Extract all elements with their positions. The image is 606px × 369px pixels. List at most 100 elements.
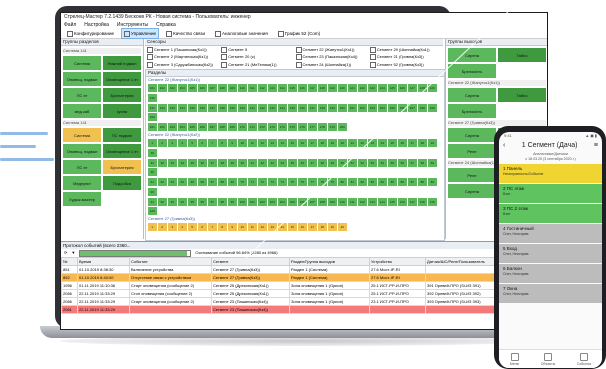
section-tile[interactable]: 139 (228, 103, 237, 112)
segment-checkbox[interactable]: Сегмент 23 (Пашинская(Кз4)) (295, 54, 367, 61)
section-tile[interactable]: 113 (268, 84, 277, 92)
section-tile[interactable]: 136 (198, 103, 207, 112)
section-tile[interactable]: 106 (198, 84, 207, 92)
table-row[interactable]: 852 01.10.2019 8:40:00 Отсутствие связи с … (61, 273, 547, 282)
section-tile[interactable]: 13 (268, 223, 277, 231)
section-tile[interactable]: 38 (218, 158, 227, 167)
section-tile[interactable]: 130 (148, 93, 157, 102)
section-tile[interactable]: 142 (258, 103, 267, 112)
toolbar-button[interactable]: График 52 (Com) (275, 28, 323, 39)
section-tile[interactable]: 33 (168, 158, 177, 167)
section-tile[interactable]: 112 (358, 197, 367, 206)
section-group-tile[interactable]: Оповещение 1 эт (103, 144, 141, 158)
section-tile[interactable]: 7 (208, 223, 217, 231)
section-tile[interactable]: 10 (238, 223, 247, 231)
section-tile[interactable]: 145 (288, 103, 297, 112)
section-tile[interactable]: 46 (298, 158, 307, 167)
section-tile[interactable]: 121 (348, 84, 357, 92)
section-tile[interactable]: 144 (278, 103, 287, 112)
section-tile[interactable]: 173 (268, 123, 277, 131)
section-tile[interactable]: 8 (218, 223, 227, 231)
column-header[interactable]: Сегмент (211, 257, 290, 266)
section-tile[interactable]: 56 (398, 158, 407, 167)
section-group-tile[interactable]: ПС подвал (103, 128, 141, 142)
table-row[interactable]: 851 01.10.2019 8:38:30 Включение устройств… (61, 265, 547, 274)
section-tile[interactable]: 32 (158, 158, 167, 167)
section-tile[interactable]: 14 (278, 223, 287, 231)
section-tile[interactable]: 115 (388, 197, 397, 206)
section-tile[interactable]: 119 (428, 197, 437, 206)
section-tile[interactable]: 151 (348, 103, 357, 112)
section-tile[interactable]: 116 (298, 84, 307, 92)
segment-checkbox[interactable]: Сегмент 22 (Жанутск1(Кз1)) (295, 47, 367, 54)
section-tile[interactable]: 105 (288, 197, 297, 206)
section-tile[interactable]: 50 (338, 158, 347, 167)
section-tile[interactable]: 9 (228, 139, 237, 147)
section-tile[interactable]: 70 (238, 178, 247, 186)
section-tile[interactable]: 65 (188, 178, 197, 186)
section-tile[interactable]: 146 (298, 103, 307, 112)
section-tile[interactable]: 113 (368, 197, 377, 206)
section-group-tile[interactable]: Оповещ. подвал (63, 72, 101, 86)
section-tile[interactable]: 47 (308, 158, 317, 167)
section-tile[interactable]: 118 (418, 197, 427, 206)
column-header[interactable]: Время (77, 257, 130, 266)
section-tile[interactable]: 111 (248, 84, 257, 92)
section-tile[interactable]: 172 (258, 123, 267, 131)
section-tile[interactable]: 138 (218, 103, 227, 112)
section-group-tile[interactable]: Худож.мастер (63, 192, 101, 206)
section-tile[interactable]: 96 (198, 197, 207, 206)
section-tile[interactable]: 48 (318, 158, 327, 167)
section-tile[interactable]: 41 (248, 158, 257, 167)
section-tile[interactable]: 106 (298, 197, 307, 206)
section-tile[interactable]: 69 (228, 178, 237, 186)
section-tile[interactable]: 170 (238, 123, 247, 131)
segment-checkbox[interactable]: Сегмент 1 (Пашинская(Кз1)) (147, 47, 218, 54)
section-tile[interactable]: 21 (348, 139, 357, 147)
phone-section-card[interactable]: 7 Окна Снят, Неисправ. (499, 284, 602, 303)
section-tile[interactable]: 55 (388, 158, 397, 167)
section-group-tile[interactable]: Подсобка (103, 176, 141, 190)
section-tile[interactable]: 163 (168, 123, 177, 131)
section-tile[interactable]: 17 (308, 139, 317, 147)
phone-tab[interactable]: Объекты (541, 352, 555, 366)
section-tile[interactable]: 158 (418, 103, 427, 112)
section-tile[interactable]: 101 (148, 84, 157, 92)
section-tile[interactable]: 4 (178, 223, 187, 231)
section-tile[interactable]: 26 (398, 139, 407, 147)
section-tile[interactable]: 25 (388, 139, 397, 147)
section-tile[interactable]: 63 (168, 178, 177, 186)
section-tile[interactable]: 164 (178, 123, 187, 131)
section-tile[interactable]: 110 (238, 84, 247, 92)
section-tile[interactable]: 66 (198, 178, 207, 186)
section-tile[interactable]: 10 (238, 139, 247, 147)
segment-checkbox[interactable]: Сегмент 21 (МеТелики(1)) (221, 61, 292, 69)
section-tile[interactable]: 115 (288, 84, 297, 92)
section-tile[interactable]: 53 (368, 158, 377, 167)
section-tile[interactable]: 129 (428, 84, 437, 92)
section-tile[interactable]: 20 (338, 223, 347, 231)
section-tile[interactable]: 153 (368, 103, 377, 112)
section-tile[interactable]: 54 (378, 158, 387, 167)
segment-checkbox[interactable]: Сегмент 20 (с) (221, 54, 292, 61)
section-tile[interactable]: 6 (198, 139, 207, 147)
section-tile[interactable]: 23 (368, 139, 377, 147)
section-tile[interactable]: 6 (198, 223, 207, 231)
section-tile[interactable]: 68 (218, 178, 227, 186)
section-tile[interactable]: 79 (328, 178, 337, 186)
section-tile[interactable]: 44 (278, 158, 287, 167)
section-group-tile[interactable]: ПС эт (63, 160, 101, 174)
section-tile[interactable]: 177 (308, 123, 317, 131)
section-group-tile[interactable]: Нижний подвал (103, 56, 141, 70)
section-tile[interactable]: 8 (218, 139, 227, 147)
section-tile[interactable]: 135 (188, 103, 197, 112)
output-group-tile[interactable]: Сирена (448, 88, 496, 102)
section-tile[interactable]: 28 (418, 139, 427, 147)
section-tile[interactable]: 99 (228, 197, 237, 206)
section-tile[interactable]: 40 (238, 158, 247, 167)
section-tile[interactable]: 16 (298, 223, 307, 231)
section-tile[interactable]: 18 (318, 223, 327, 231)
section-tile[interactable]: 117 (308, 84, 317, 92)
section-tile[interactable]: 165 (188, 123, 197, 131)
column-header[interactable]: Событие (129, 257, 212, 266)
